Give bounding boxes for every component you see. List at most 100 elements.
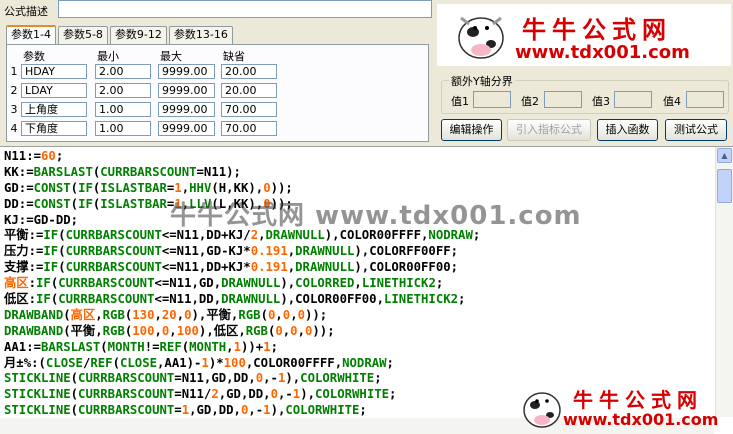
code-token: IF	[43, 260, 59, 275]
code-token: 1	[174, 180, 182, 195]
vertical-scrollbar[interactable]: ▲	[715, 147, 733, 417]
code-line: STICKLINE(CURRBARSCOUNT=N11,GD,DD,0,-1),…	[4, 371, 480, 387]
tab-params-1-4[interactable]: 参数1-4	[6, 25, 56, 45]
code-token: 0	[275, 323, 283, 338]
y-value-2-input[interactable]	[544, 91, 582, 108]
code-line: 高区:IF(CURRBARSCOUNT<=N11,GD,DRAWNULL),CO…	[4, 276, 480, 292]
code-token: 20	[161, 307, 177, 322]
tab-params-13-16[interactable]: 参数13-16	[168, 26, 233, 44]
import-indicator-button[interactable]: 引入指标公式	[507, 119, 591, 141]
code-token: MONTH	[107, 339, 145, 354]
code-token: IF	[43, 228, 59, 243]
header-max: 最大	[160, 50, 182, 63]
code-token: ,AA1)-	[157, 355, 202, 370]
code-token: ),	[285, 371, 301, 386]
code-token: ,	[290, 307, 298, 322]
code-line: STICKLINE(CURRBARSCOUNT=N11/2,GD,DD,0,-1…	[4, 387, 480, 403]
code-token: ,	[176, 307, 185, 322]
code-line: 压力:=IF(CURRBARSCOUNT<=N11,GD-KJ*0.191,DR…	[4, 244, 480, 260]
tab-params-9-12[interactable]: 参数9-12	[109, 26, 167, 44]
tab-params-5-8[interactable]: 参数5-8	[57, 26, 108, 44]
code-token: CONST	[33, 180, 71, 195]
code-token: ;	[389, 387, 397, 402]
param-name-field[interactable]: HDAY	[21, 64, 87, 79]
code-token: ,	[354, 276, 362, 291]
code-token: )*	[208, 355, 224, 370]
code-token: ),COLORFF00FF;	[354, 244, 459, 259]
code-token: 支撑:=	[4, 260, 44, 275]
code-token: IF	[36, 292, 51, 307]
param-name-field[interactable]: 下角度	[21, 121, 87, 136]
code-token: CURRBARSCOUNT	[78, 371, 175, 386]
row-number: 1	[10, 65, 18, 78]
code-token: DRAWNULL	[295, 244, 355, 259]
param-max-field[interactable]: 9999.00	[158, 121, 215, 136]
code-token: 100	[132, 323, 155, 338]
code-token: 0	[297, 307, 305, 322]
param-default-field[interactable]: 20.00	[221, 64, 277, 79]
code-token: 0	[263, 180, 271, 195]
code-token: 1	[263, 403, 271, 418]
param-default-field[interactable]: 70.00	[221, 102, 277, 117]
code-token: DRAWNULL	[221, 292, 281, 307]
code-token: 高区	[70, 307, 96, 322]
y-value-3-input[interactable]	[614, 91, 652, 108]
row-number: 3	[10, 103, 18, 116]
code-token: ),	[300, 387, 315, 402]
code-token: <=N11,GD-KJ*	[161, 244, 251, 259]
code-line: DRAWBAND(高区,RGB(130,20,0),平衡,RGB(0,0,0))…	[4, 308, 480, 324]
param-name-field[interactable]: 上角度	[21, 102, 87, 117]
code-token: COLORWHITE	[285, 403, 360, 418]
param-max-field[interactable]: 9999.00	[158, 83, 215, 98]
code-token: STICKLINE	[4, 403, 71, 418]
param-default-field[interactable]: 20.00	[221, 83, 277, 98]
code-token: STICKLINE	[4, 387, 71, 402]
code-token: COLORWHITE	[300, 371, 375, 386]
code-token: RGB	[102, 307, 125, 322]
param-max-field[interactable]: 9999.00	[158, 64, 215, 79]
code-token: KJ:=GD-DD;	[4, 212, 79, 227]
formula-description-input[interactable]	[58, 0, 432, 18]
code-token: CURRBARSCOUNT	[65, 228, 162, 243]
code-token: (H,KK),	[211, 180, 264, 195]
logo-title: 牛牛公式网	[573, 388, 703, 412]
param-name-field[interactable]: LDAY	[21, 83, 87, 98]
insert-function-button[interactable]: 插入函数	[597, 119, 658, 141]
y-value-4-input[interactable]	[686, 91, 724, 108]
code-token: MONTH	[189, 339, 227, 354]
test-formula-button[interactable]: 测试公式	[665, 119, 727, 141]
code-token: ));	[305, 307, 328, 322]
code-token: 月±%:(	[4, 355, 46, 370]
code-token: <=N11,DD+KJ*	[161, 260, 251, 275]
y-value-1-input[interactable]	[473, 91, 511, 108]
code-token: ),	[280, 276, 296, 291]
param-min-field[interactable]: 1.00	[95, 121, 151, 136]
param-min-field[interactable]: 2.00	[95, 83, 151, 98]
code-token: ,GD,DD,	[218, 387, 271, 402]
cow-mascot-icon	[458, 16, 504, 59]
code-token: ));	[312, 323, 335, 338]
scroll-up-icon[interactable]: ▲	[717, 148, 732, 163]
edit-operations-button[interactable]: 编辑操作	[441, 119, 502, 141]
code-token: ,	[154, 307, 162, 322]
logo-url: www.tdx001.com	[515, 42, 690, 63]
param-min-field[interactable]: 1.00	[95, 102, 151, 117]
code-token: ;	[374, 371, 382, 386]
logo-title: 牛牛公式网	[522, 16, 672, 44]
param-min-field[interactable]: 2.00	[95, 64, 151, 79]
code-token: DD:=	[4, 196, 34, 211]
code-token: LINETHICK2	[384, 292, 459, 307]
code-token: 100	[176, 323, 199, 338]
code-token: REF	[159, 339, 182, 354]
param-max-field[interactable]: 9999.00	[158, 102, 215, 117]
code-token: KK:=	[4, 164, 34, 179]
code-token: RGB	[102, 323, 125, 338]
code-token: CURRBARSCOUNT	[58, 276, 155, 291]
code-token: <=N11,GD,	[154, 276, 222, 291]
param-default-field[interactable]: 70.00	[221, 121, 277, 136]
code-token: HHV	[189, 180, 212, 195]
scroll-thumb[interactable]	[717, 169, 732, 203]
code-token: CURRBARSCOUNT	[78, 387, 175, 402]
code-token: (	[58, 228, 66, 243]
code-token: ),	[270, 403, 286, 418]
